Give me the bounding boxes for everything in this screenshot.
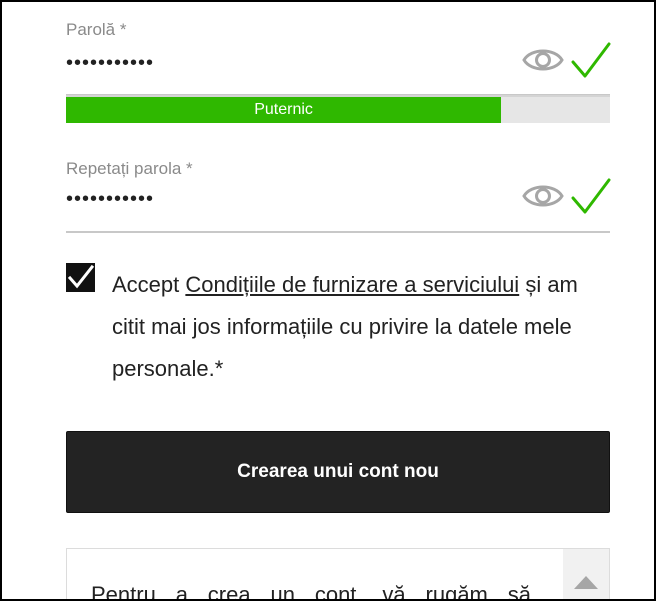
consent-text-before: Accept <box>112 272 186 297</box>
repeat-password-input[interactable]: ••••••••••• <box>66 188 154 211</box>
repeat-password-underline <box>66 231 610 233</box>
create-account-button[interactable]: Crearea unui cont nou <box>66 431 610 513</box>
info-text: Pentru a crea un cont, vă rugăm să <box>91 582 531 601</box>
checkmark-icon <box>571 178 611 214</box>
personal-data-info-box: Pentru a crea un cont, vă rugăm să <box>66 548 610 601</box>
terms-checkbox[interactable] <box>66 263 95 292</box>
strength-label: Puternic <box>254 101 313 118</box>
eye-icon[interactable] <box>521 46 565 74</box>
password-input[interactable]: ••••••••••• <box>66 52 154 75</box>
repeat-password-label: Repetați parola * <box>66 159 193 178</box>
terms-of-service-link[interactable]: Condițiile de furnizare a serviciului <box>185 272 519 297</box>
eye-icon[interactable] <box>521 182 565 210</box>
checkmark-icon <box>571 42 611 78</box>
password-label: Parolă * <box>66 20 127 39</box>
password-strength-meter: Puternic <box>66 95 610 123</box>
terms-consent-text: Accept Condițiile de furnizare a servici… <box>112 264 612 390</box>
scroll-up-arrow-icon[interactable] <box>563 549 609 601</box>
checkbox-checkmark-icon <box>67 264 95 289</box>
registration-form: Parolă * ••••••••••• Puternic Repetați p… <box>0 0 656 601</box>
